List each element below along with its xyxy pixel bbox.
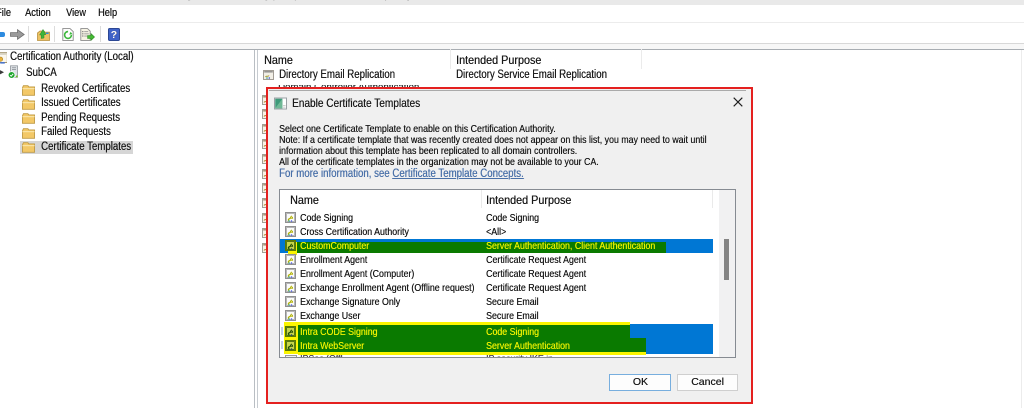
svg-text:?: ? <box>110 29 116 41</box>
